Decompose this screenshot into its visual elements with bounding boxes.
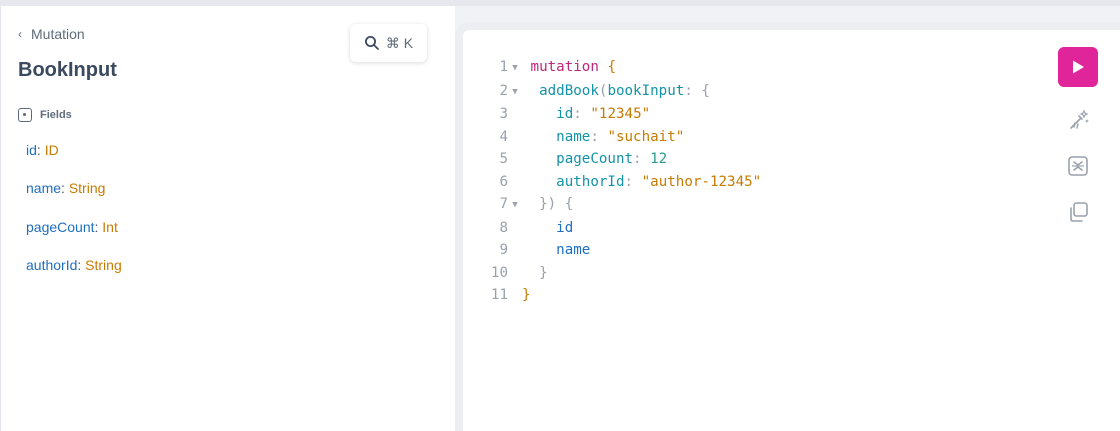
search-icon [364,36,379,50]
code-line: 11} [490,287,531,303]
field-item[interactable]: pageCount: Int [26,219,118,235]
field-type[interactable]: String [85,257,122,273]
fold-arrow-icon[interactable]: ▼ [508,56,522,80]
code-line: 2 ▼ addBook(bookInput: { [480,80,761,104]
page-title: BookInput [18,59,117,81]
fold-arrow-icon[interactable]: ▼ [508,193,522,217]
field-item[interactable]: name: String [26,180,105,196]
field-name[interactable]: name [26,180,61,196]
copy-icon[interactable] [1066,200,1090,224]
code-line: 6 authorId: "author-12345" [499,173,762,190]
field-type[interactable]: ID [45,142,59,158]
code-line: 10 } [490,264,548,281]
field-name[interactable]: id [26,142,37,158]
run-query-button[interactable] [1058,47,1098,87]
merge-fragments-icon[interactable] [1066,154,1090,178]
code-line: 9 name [499,242,591,258]
chevron-left-icon: ‹ [18,27,22,41]
field-name[interactable]: authorId [26,257,77,273]
field-item[interactable]: id: ID [26,142,59,158]
code-line: 1 ▼ mutation { [480,56,761,80]
field-name[interactable]: pageCount [26,219,95,235]
code-line: 8 id [499,219,574,236]
back-breadcrumb[interactable]: ‹ Mutation [18,26,85,42]
fields-icon [18,108,32,122]
fields-label: Fields [40,109,72,121]
code-line: 5 pageCount: 12 [499,151,668,167]
fields-section-header: Fields [18,108,72,122]
field-type[interactable]: Int [102,219,118,235]
code-line: 4 name: "suchait" [499,128,685,145]
field-type[interactable]: String [69,180,106,196]
code-block[interactable]: 1 ▼ mutation { 2 ▼ addBook(bookInput: { 3 … [480,56,761,307]
doc-explorer: ‹ Mutation BookInput Fields id: ID name:… [0,6,455,431]
query-editor[interactable]: 1 ▼ mutation { 2 ▼ addBook(bookInput: { 3 … [455,22,1120,431]
search-shortcut: ⌘ K [385,34,414,51]
fold-arrow-icon[interactable]: ▼ [508,80,522,104]
breadcrumb-label: Mutation [31,26,85,42]
search-button[interactable]: ⌘ K [350,24,427,62]
play-icon [1073,60,1084,74]
code-line: 3 id: "12345" [499,106,651,122]
prettify-icon[interactable] [1066,108,1090,132]
code-line: 7 ▼ }) { [480,193,761,217]
field-item[interactable]: authorId: String [26,257,122,273]
